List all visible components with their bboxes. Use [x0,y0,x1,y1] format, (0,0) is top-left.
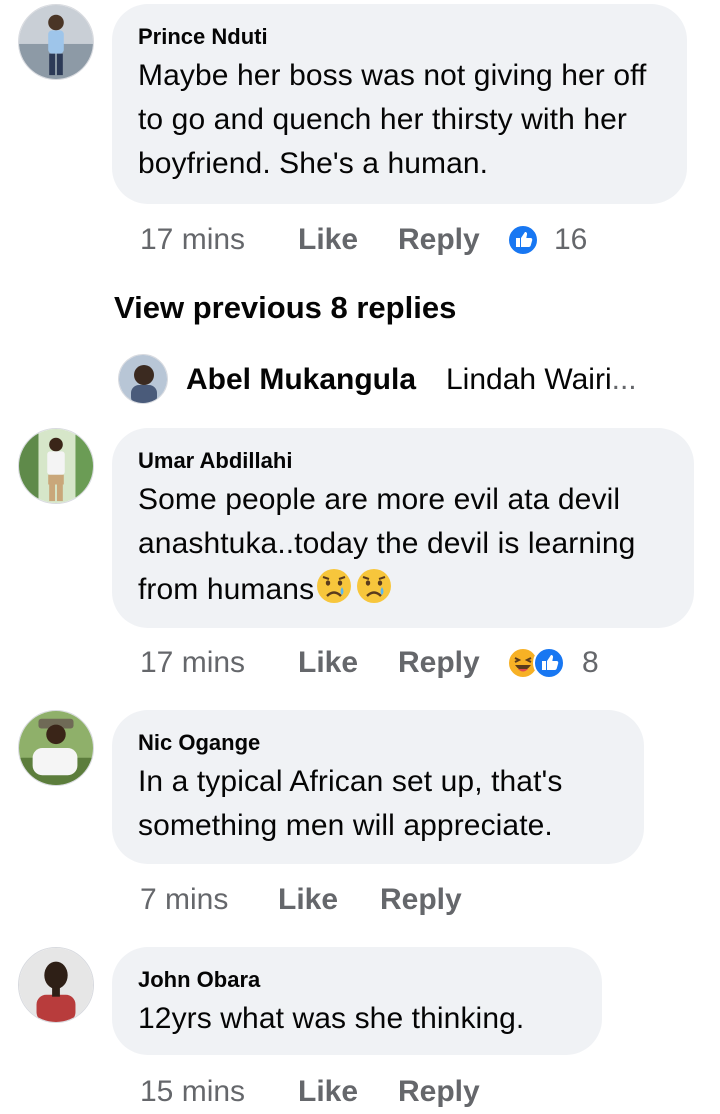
crying-face-icon [357,569,392,603]
reaction-count[interactable]: 16 [554,220,587,260]
comment-bubble: Prince Nduti Maybe her boss was not givi… [112,4,687,204]
reply-preview-ellipsis: ... [611,363,637,396]
avatar-photo [19,948,93,1022]
avatar-photo [119,355,167,403]
comment-time[interactable]: 7 mins [140,880,228,920]
avatar-photo [19,5,93,79]
avatar [118,354,168,404]
reply-preview-text: Lindah Wairi [446,363,612,396]
comment-text: Maybe her boss was not giving her off to… [138,59,647,180]
like-button[interactable]: Like [298,643,358,683]
avatar-photo [19,429,93,503]
avatar-photo [19,711,93,785]
like-icon[interactable] [532,646,566,680]
reply-preview-snippet: Lindah Wairi... [446,360,637,400]
avatar[interactable] [18,428,94,504]
reply-preview[interactable]: Abel Mukangula Lindah Wairi... [118,354,678,406]
comment-time[interactable]: 17 mins [140,220,245,260]
crying-face-icon [317,569,352,603]
reaction-count[interactable]: 8 [582,643,599,683]
comment-author[interactable]: John Obara [138,967,576,993]
reply-button[interactable]: Reply [398,1072,480,1112]
like-button[interactable]: Like [298,220,358,260]
comment-time[interactable]: 15 mins [140,1072,245,1112]
avatar[interactable] [18,947,94,1023]
view-previous-replies-link[interactable]: View previous 8 replies [114,288,456,328]
comment-bubble: John Obara 12yrs what was she thinking. [112,947,602,1055]
avatar[interactable] [18,710,94,786]
comment-text: In a typical African set up, that's some… [138,765,563,842]
comment-text: Some people are more evil ata devil anas… [138,478,668,612]
comment-time[interactable]: 17 mins [140,643,245,683]
reply-button[interactable]: Reply [398,220,480,260]
comment-author[interactable]: Umar Abdillahi [138,448,668,474]
reply-button[interactable]: Reply [398,643,480,683]
like-button[interactable]: Like [298,1072,358,1112]
comment-author[interactable]: Prince Nduti [138,24,661,50]
like-icon[interactable] [506,223,540,257]
comment-author[interactable]: Nic Ogange [138,730,618,756]
like-button[interactable]: Like [278,880,338,920]
reply-button[interactable]: Reply [380,880,462,920]
comment-bubble: Nic Ogange In a typical African set up, … [112,710,644,864]
reply-preview-author: Abel Mukangula [186,363,417,396]
comment-bubble: Umar Abdillahi Some people are more evil… [112,428,694,628]
avatar[interactable] [18,4,94,80]
comment-text: 12yrs what was she thinking. [138,1002,525,1035]
